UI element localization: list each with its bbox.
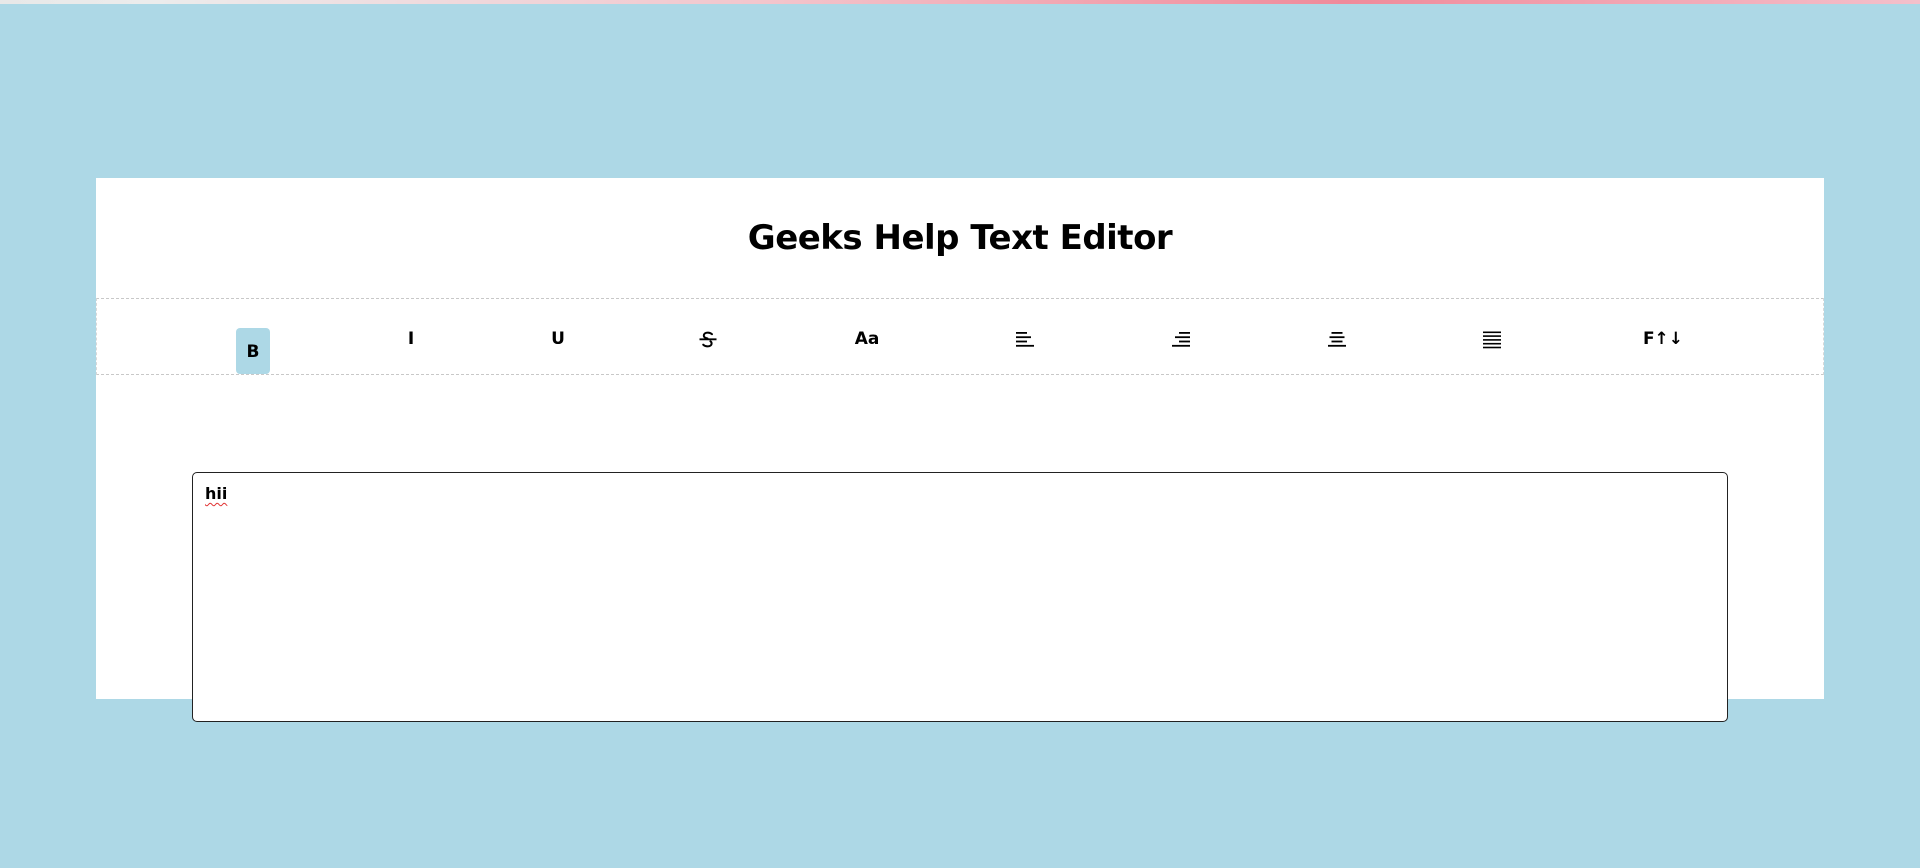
strikethrough-button[interactable] bbox=[697, 327, 719, 351]
font-case-button[interactable]: Aa bbox=[855, 327, 880, 351]
align-center-icon bbox=[1327, 329, 1347, 349]
font-size-button[interactable]: F↑↓ bbox=[1638, 327, 1688, 351]
align-left-button[interactable] bbox=[1015, 327, 1035, 351]
text-editor-area[interactable]: hii bbox=[192, 472, 1728, 722]
align-justify-button[interactable] bbox=[1482, 327, 1502, 351]
align-right-button[interactable] bbox=[1171, 327, 1191, 351]
italic-button[interactable]: I bbox=[406, 327, 416, 351]
strikethrough-icon bbox=[697, 328, 719, 350]
browser-top-strip bbox=[0, 0, 1920, 4]
formatting-toolbar: B I U Aa F↑↓ bbox=[96, 298, 1824, 375]
align-right-icon bbox=[1171, 329, 1191, 349]
align-justify-icon bbox=[1482, 329, 1502, 349]
align-center-button[interactable] bbox=[1327, 327, 1347, 351]
editor-content[interactable]: hii bbox=[205, 484, 227, 503]
align-left-icon bbox=[1015, 329, 1035, 349]
page-title: Geeks Help Text Editor bbox=[747, 218, 1173, 258]
bold-button[interactable]: B bbox=[236, 328, 270, 374]
underline-button[interactable]: U bbox=[550, 327, 566, 351]
